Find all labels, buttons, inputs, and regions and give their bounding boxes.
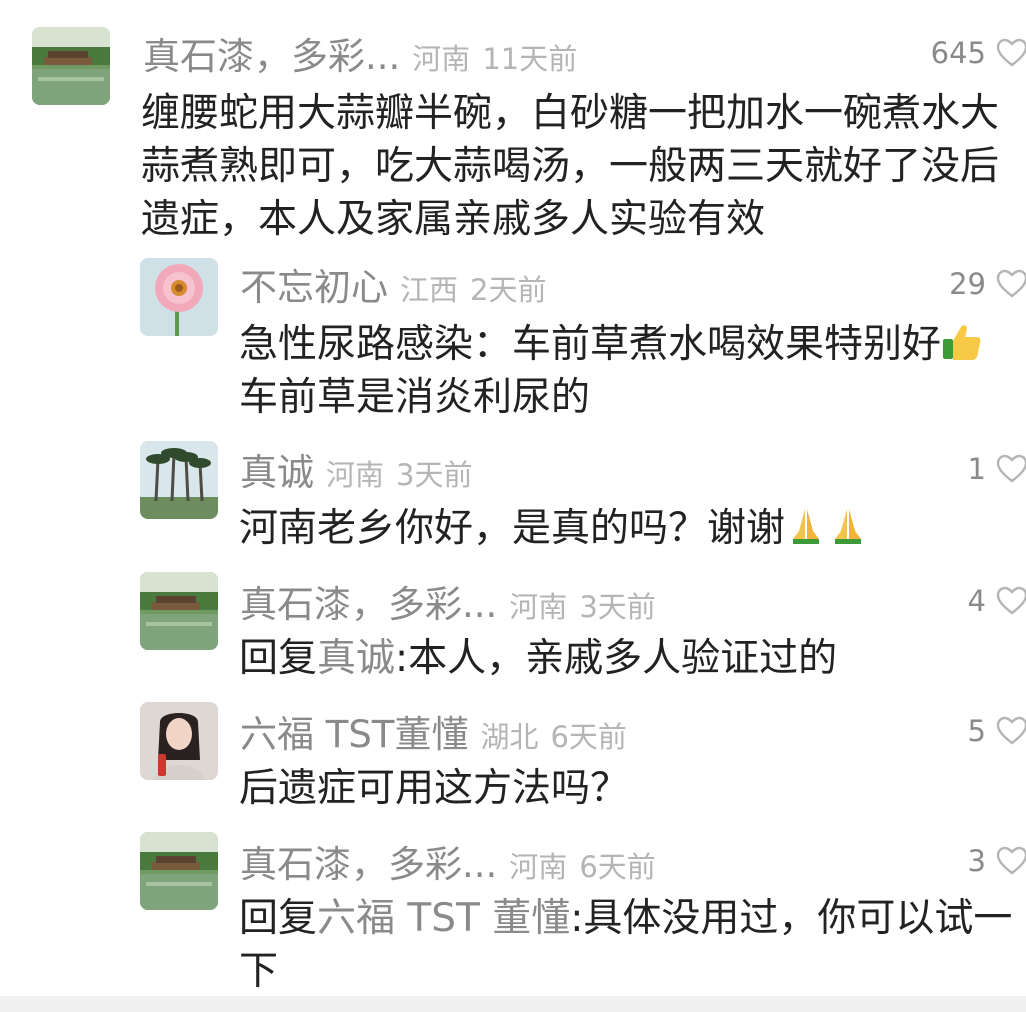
palm-trees-avatar-icon (140, 441, 218, 519)
bottom-divider (0, 996, 1026, 1012)
heart-icon (996, 269, 1026, 298)
like-count: 4 (967, 584, 986, 618)
region-label: 河南 (326, 458, 385, 492)
heart-icon (996, 38, 1026, 67)
comment-meta: 六福 TST董懂 湖北 6天前 (240, 704, 627, 756)
comment-text: 急性尿路感染：车前草煮水喝效果特别好 车前草是消炎利尿的 (239, 318, 1026, 424)
region-label: 河南 (509, 590, 568, 624)
garden-pavilion-avatar-icon (140, 572, 218, 650)
timestamp: 11天前 (482, 42, 578, 76)
reply-prefix: 回复 (239, 896, 318, 941)
user-avatar[interactable] (140, 832, 218, 910)
reply-item: 真石漆，多彩... 河南 3天前 4 回复真诚:本人，亲戚多人验证过的 (0, 562, 1026, 692)
comment-text-line: 河南老乡你好，是真的吗？谢谢 (239, 506, 786, 551)
user-avatar[interactable] (140, 702, 218, 780)
comment-text: 缠腰蛇用大蒜瓣半碗，白砂糖一把加水一碗煮水大蒜煮熟即可，吃大蒜喝汤，一般两三天就… (141, 91, 1000, 242)
like-count: 29 (949, 267, 986, 301)
timestamp: 6天前 (550, 720, 627, 754)
comment-text: 河南老乡你好，是真的吗？谢谢 (239, 502, 1026, 555)
comment-meta: 真诚 河南 3天前 (240, 442, 473, 494)
comment-text: 回复六福 TST 董懂:具体没用过，你可以试一下 (239, 892, 1026, 998)
region-label: 湖北 (480, 720, 539, 754)
like-button[interactable]: 3 (968, 844, 1026, 878)
timestamp: 6天前 (579, 850, 656, 884)
username[interactable]: 真石漆，多彩... (240, 574, 497, 628)
like-count: 645 (930, 36, 986, 70)
like-button[interactable]: 1 (968, 452, 1026, 486)
comment-meta: 真石漆，多彩... 河南 3天前 (240, 574, 656, 626)
user-avatar[interactable] (140, 572, 218, 650)
like-button[interactable]: 5 (968, 714, 1026, 748)
like-count: 1 (967, 452, 986, 486)
praying-hands-icon (793, 509, 820, 544)
username[interactable]: 真诚 (240, 442, 314, 496)
comment-text: 后遗症可用这方法吗？ (239, 766, 630, 811)
region-label: 河南 (509, 850, 568, 884)
heart-icon (996, 846, 1026, 875)
reply-text: :本人，亲戚多人验证过的 (395, 636, 838, 681)
like-count: 5 (967, 714, 986, 748)
pink-flower-avatar-icon (140, 258, 218, 336)
woman-portrait-avatar-icon (140, 702, 218, 780)
reply-item: 不忘初心 江西 2天前 29 急性尿路感染：车前草煮水喝效果特别好 车前草是消炎… (0, 245, 1026, 435)
timestamp: 3天前 (579, 590, 656, 624)
region-label: 河南 (412, 42, 471, 76)
timestamp: 3天前 (396, 458, 473, 492)
username[interactable]: 不忘初心 (240, 257, 388, 311)
reply-target-username[interactable]: 六福 TST 董懂 (317, 896, 570, 941)
garden-pavilion-avatar-icon (32, 27, 110, 105)
comment-text-line1: 急性尿路感染：车前草煮水喝效果特别好 (239, 322, 942, 367)
heart-icon (996, 454, 1026, 483)
timestamp: 2天前 (470, 273, 547, 307)
username[interactable]: 真石漆，多彩... (143, 26, 400, 80)
heart-icon (996, 586, 1026, 615)
reply-item: 真诚 河南 3天前 1 河南老乡你好，是真的吗？谢谢 (0, 430, 1026, 565)
reply-item: 六福 TST董懂 湖北 6天前 5 后遗症可用这方法吗？ (0, 692, 1026, 822)
comment-meta: 不忘初心 江西 2天前 (240, 257, 547, 309)
like-count: 3 (967, 844, 986, 878)
comment-text: 回复真诚:本人，亲戚多人验证过的 (239, 632, 1026, 685)
heart-icon (996, 716, 1026, 745)
username[interactable]: 真石漆，多彩... (240, 834, 497, 888)
reply-target-username[interactable]: 真诚 (317, 636, 395, 681)
reply-prefix: 回复 (239, 636, 318, 681)
comment-item: 真石漆，多彩... 河南 11天前 645 缠腰蛇用大蒜瓣半碗，白砂糖一把加水一… (0, 0, 1026, 245)
comment-meta: 真石漆，多彩... 河南 6天前 (240, 834, 656, 886)
thumbs-up-icon (943, 325, 981, 360)
reply-item: 真石漆，多彩... 河南 6天前 3 回复六福 TST 董懂:具体没用过，你可以… (0, 822, 1026, 1000)
like-button[interactable]: 645 (931, 36, 1026, 70)
comment-text-line2: 车前草是消炎利尿的 (239, 375, 591, 420)
garden-pavilion-avatar-icon (140, 832, 218, 910)
like-button[interactable]: 29 (949, 267, 1026, 301)
comment-meta: 真石漆，多彩... 河南 11天前 (143, 26, 578, 78)
username[interactable]: 六福 TST董懂 (240, 704, 468, 758)
like-button[interactable]: 4 (968, 584, 1026, 618)
praying-hands-icon (835, 509, 862, 544)
region-label: 江西 (400, 273, 459, 307)
user-avatar[interactable] (32, 27, 110, 105)
user-avatar[interactable] (140, 441, 218, 519)
user-avatar[interactable] (140, 258, 218, 336)
